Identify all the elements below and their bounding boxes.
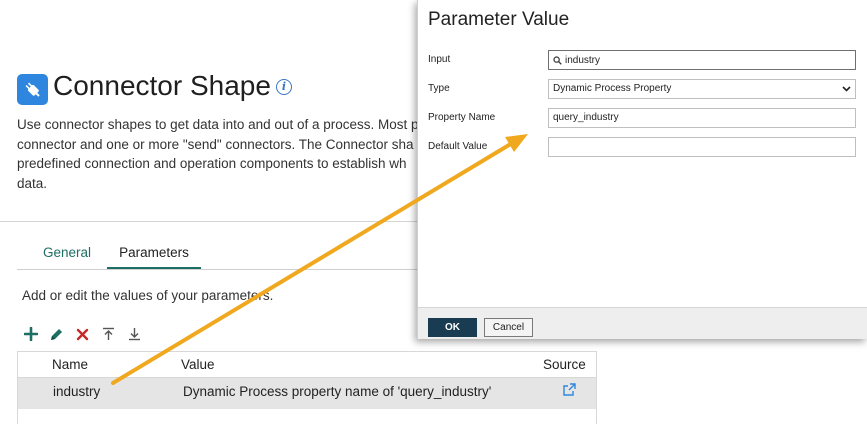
input-field[interactable]: industry <box>548 50 856 70</box>
plug-icon <box>25 82 40 97</box>
external-link-icon[interactable] <box>562 382 577 400</box>
description-line: connector and one or more "send" connect… <box>17 136 414 152</box>
type-select[interactable]: Dynamic Process Property <box>548 79 856 99</box>
type-label: Type <box>428 83 450 94</box>
chevron-down-icon <box>842 86 851 92</box>
page-description: Use connector shapes to get data into an… <box>17 115 437 193</box>
move-bottom-icon[interactable] <box>125 325 143 343</box>
column-header-value[interactable]: Value <box>181 357 215 372</box>
column-header-name[interactable]: Name <box>52 357 88 372</box>
info-icon[interactable]: i <box>276 79 292 95</box>
default-value-label: Default Value <box>428 141 488 152</box>
ok-button[interactable]: OK <box>428 318 477 337</box>
property-name-field[interactable]: query_industry <box>548 108 856 128</box>
tab-bar: General Parameters <box>17 240 420 270</box>
input-value: industry <box>565 54 601 66</box>
default-value-field[interactable] <box>548 137 856 157</box>
parameter-value-dialog: Parameter Value Input industry Type Dyna… <box>417 0 867 339</box>
row-name: industry <box>53 384 101 399</box>
dialog-footer: OK Cancel <box>418 307 867 339</box>
parameters-hint: Add or edit the values of your parameter… <box>22 288 274 303</box>
parameters-table: Name Value Source industry Dynamic Proce… <box>17 351 597 424</box>
table-header: Name Value Source <box>18 352 596 378</box>
move-top-icon[interactable] <box>99 325 117 343</box>
description-line: predefined connection and operation comp… <box>17 156 407 171</box>
dialog-title: Parameter Value <box>428 9 570 30</box>
description-line: data. <box>17 175 48 191</box>
tab-general[interactable]: General <box>43 245 91 267</box>
plus-icon[interactable] <box>22 325 40 343</box>
table-row[interactable]: industry Dynamic Process property name o… <box>18 378 596 409</box>
description-line: Use connector shapes to get data into an… <box>17 117 419 132</box>
column-header-source[interactable]: Source <box>543 357 586 372</box>
x-icon[interactable] <box>73 325 91 343</box>
connector-shape-icon <box>17 74 48 105</box>
property-name-value: query_industry <box>553 112 619 123</box>
type-value: Dynamic Process Property <box>553 83 672 94</box>
page-title: Connector Shape <box>53 70 271 101</box>
cancel-button[interactable]: Cancel <box>484 318 533 337</box>
row-value: Dynamic Process property name of 'query_… <box>183 384 492 399</box>
property-name-label: Property Name <box>428 112 496 123</box>
section-divider <box>0 221 420 222</box>
input-label: Input <box>428 54 451 65</box>
pencil-icon[interactable] <box>47 325 65 343</box>
tab-parameters[interactable]: Parameters <box>107 245 201 269</box>
search-icon <box>553 55 562 65</box>
